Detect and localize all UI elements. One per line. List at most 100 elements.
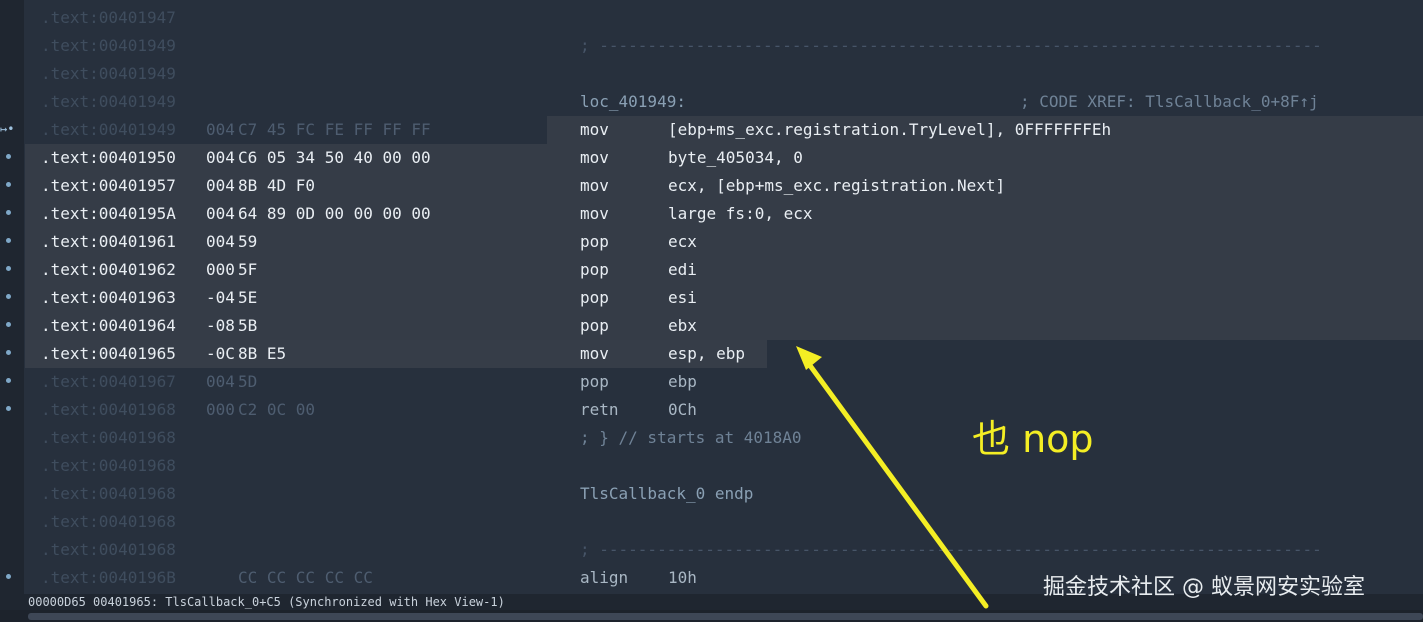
instruction-operands: edi: [668, 260, 697, 279]
disasm-line[interactable]: .text:00401968 ; ------------------------…: [0, 536, 1423, 564]
breakpoint-dot-icon[interactable]: [6, 266, 11, 271]
stack-delta: -04: [206, 288, 235, 307]
line-address: .text:00401964: [41, 316, 176, 335]
disasm-line[interactable]: .text:00401949: [0, 60, 1423, 88]
line-address: .text:00401968: [41, 400, 176, 419]
horizontal-scrollbar[interactable]: [0, 610, 1423, 622]
breakpoint-dot-icon[interactable]: [6, 350, 11, 355]
line-address: .text:00401950: [41, 148, 176, 167]
code-label: TlsCallback_0 endp: [580, 484, 754, 503]
disasm-line[interactable]: .text:00401967 004 5D pop ebp: [0, 368, 1423, 396]
breakpoint-dot-icon[interactable]: [6, 154, 11, 159]
disasm-line[interactable]: ↦• .text:00401949 004 C7 45 FC FE FF FF FF m…: [0, 116, 1423, 144]
line-address: .text:00401968: [41, 456, 176, 475]
scrollbar-thumb[interactable]: [28, 613, 1423, 620]
line-address: .text:00401957: [41, 176, 176, 195]
disasm-line[interactable]: .text:00401957 004 8B 4D F0 mov ecx, [ebp+ms…: [0, 172, 1423, 200]
disasm-line[interactable]: .text:00401961 004 59 pop ecx: [0, 228, 1423, 256]
opcode-bytes: 5F: [238, 260, 258, 279]
disasm-line[interactable]: .text:00401968; } // starts at 4018A0: [0, 424, 1423, 452]
opcode-bytes: 59: [238, 232, 258, 251]
stack-delta: -08: [206, 316, 235, 335]
instruction-mnemonic: pop: [580, 288, 609, 307]
instruction-operands: large fs:0, ecx: [668, 204, 813, 223]
instruction-operands: esp, ebp: [668, 344, 746, 363]
breakpoint-dot-icon[interactable]: [6, 238, 11, 243]
line-address: .text:00401962: [41, 260, 176, 279]
disasm-line[interactable]: .text:00401947: [0, 4, 1423, 32]
disasm-line[interactable]: .text:00401950 004 C6 05 34 50 40 00 00 mov…: [0, 144, 1423, 172]
line-address: .text:00401949: [41, 120, 176, 139]
breakpoint-dot-icon[interactable]: [6, 378, 11, 383]
line-address: .text:00401961: [41, 232, 176, 251]
disasm-line[interactable]: .text:00401949 loc_401949: ; CODE XREF: Tl…: [0, 88, 1423, 116]
instruction-mnemonic: retn: [580, 400, 619, 419]
stack-delta: 004: [206, 120, 235, 139]
disasm-line[interactable]: .text:00401968 TlsCallback_0 endp: [0, 480, 1423, 508]
instruction-mnemonic: pop: [580, 232, 609, 251]
instruction-mnemonic: mov: [580, 120, 609, 139]
line-address: .text:0040196B: [41, 568, 176, 587]
line-address: .text:00401968: [41, 540, 176, 559]
opcode-bytes: C7 45 FC FE FF FF FF: [238, 120, 431, 139]
stack-delta: 004: [206, 204, 235, 223]
line-address: .text:00401963: [41, 288, 176, 307]
disasm-line[interactable]: .text:00401964 -08 5B pop ebx: [0, 312, 1423, 340]
current-line-arrow-icon: ↦•: [0, 122, 15, 136]
code-label: loc_401949:: [580, 92, 686, 111]
breakpoint-dot-icon[interactable]: [6, 210, 11, 215]
stack-delta: 004: [206, 176, 235, 195]
opcode-bytes: 8B 4D F0: [238, 176, 316, 195]
instruction-mnemonic: pop: [580, 260, 609, 279]
opcode-bytes: 5B: [238, 316, 258, 335]
disasm-line[interactable]: .text:00401962 000 5F pop edi: [0, 256, 1423, 284]
breakpoint-dot-icon[interactable]: [6, 182, 11, 187]
line-address: .text:00401968: [41, 484, 176, 503]
stack-delta: 000: [206, 400, 235, 419]
breakpoint-dot-icon[interactable]: [6, 574, 11, 579]
disasm-line[interactable]: .text:00401949 ; ------------------------…: [0, 32, 1423, 60]
line-address: .text:00401968: [41, 428, 176, 447]
instruction-operands: ebx: [668, 316, 697, 335]
watermark-text: 掘金技术社区 @ 蚁景网安实验室: [1043, 575, 1365, 600]
disasm-line[interactable]: .text:0040195A 004 64 89 0D 00 00 00 00 mov…: [0, 200, 1423, 228]
line-address: .text:00401965: [41, 344, 176, 363]
instruction-operands: ecx, [ebp+ms_exc.registration.Next]: [668, 176, 1006, 195]
line-address: .text:00401968: [41, 512, 176, 531]
disasm-line[interactable]: .text:00401968 000 C2 0C 00 retn 0Ch: [0, 396, 1423, 424]
stack-delta: 000: [206, 260, 235, 279]
stack-delta: 004: [206, 372, 235, 391]
xref-comment: ; CODE XREF: TlsCallback_0+8F↑j: [1020, 92, 1319, 111]
opcode-bytes: 8B E5: [238, 344, 287, 363]
disasm-line[interactable]: .text:00401968: [0, 508, 1423, 536]
instruction-mnemonic: pop: [580, 316, 609, 335]
opcode-bytes: 5D: [238, 372, 258, 391]
disassembly-view[interactable]: .text:00401947 .text:00401949 ; ----------…: [0, 0, 1423, 595]
opcode-bytes: 5E: [238, 288, 258, 307]
opcode-bytes: CC CC CC CC CC: [238, 568, 373, 587]
line-address: .text:0040195A: [41, 204, 176, 223]
breakpoint-dot-icon[interactable]: [6, 406, 11, 411]
opcode-bytes: C2 0C 00: [238, 400, 316, 419]
instruction-mnemonic: mov: [580, 176, 609, 195]
line-address: .text:00401949: [41, 64, 176, 83]
instruction-mnemonic: mov: [580, 204, 609, 223]
separator-comment: ; --------------------------------------…: [580, 36, 1322, 55]
instruction-operands: byte_405034, 0: [668, 148, 803, 167]
disasm-line[interactable]: .text:00401963 -04 5E pop esi: [0, 284, 1423, 312]
instruction-operands: 10h: [668, 568, 697, 587]
disasm-line[interactable]: .text:00401968: [0, 452, 1423, 480]
stack-delta: 004: [206, 232, 235, 251]
instruction-mnemonic: mov: [580, 148, 609, 167]
instruction-operands: esi: [668, 288, 697, 307]
instruction-operands: ebp: [668, 372, 697, 391]
stack-delta: -0C: [206, 344, 235, 363]
instruction-mnemonic: align: [580, 568, 629, 587]
opcode-bytes: 64 89 0D 00 00 00 00: [238, 204, 431, 223]
disasm-line[interactable]: .text:00401965 -0C 8B E5 mov esp, ebp: [0, 340, 1423, 368]
line-address: .text:00401967: [41, 372, 176, 391]
breakpoint-dot-icon[interactable]: [6, 294, 11, 299]
instruction-operands: ecx: [668, 232, 697, 251]
line-address: .text:00401949: [41, 36, 176, 55]
breakpoint-dot-icon[interactable]: [6, 322, 11, 327]
